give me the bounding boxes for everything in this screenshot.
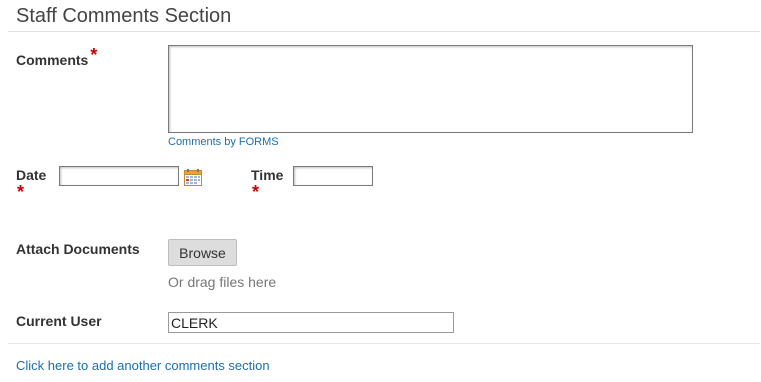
bottom-divider <box>8 343 760 344</box>
time-input[interactable] <box>293 166 373 186</box>
date-input[interactable] <box>59 166 179 186</box>
comments-required-mark: * <box>90 45 98 65</box>
time-label: Time <box>251 167 284 183</box>
attach-documents-label: Attach Documents <box>16 241 140 257</box>
add-comments-section-link[interactable]: Click here to add another comments secti… <box>16 358 270 373</box>
comments-textarea[interactable] <box>168 45 693 133</box>
drag-files-hint: Or drag files here <box>168 274 277 290</box>
calendar-icon[interactable] <box>184 169 202 186</box>
comments-label: Comments * <box>16 45 97 70</box>
current-user-label: Current User <box>16 313 102 329</box>
date-label: Date <box>16 167 47 183</box>
current-user-field <box>168 312 454 333</box>
time-required-mark: * <box>252 182 260 202</box>
browse-button[interactable]: Browse <box>168 239 237 266</box>
title-divider <box>8 31 760 32</box>
comments-by-forms-link[interactable]: Comments by FORMS <box>168 136 279 148</box>
section-title: Staff Comments Section <box>16 5 232 27</box>
comments-label-text: Comments <box>16 52 89 68</box>
date-required-mark: * <box>17 182 25 202</box>
